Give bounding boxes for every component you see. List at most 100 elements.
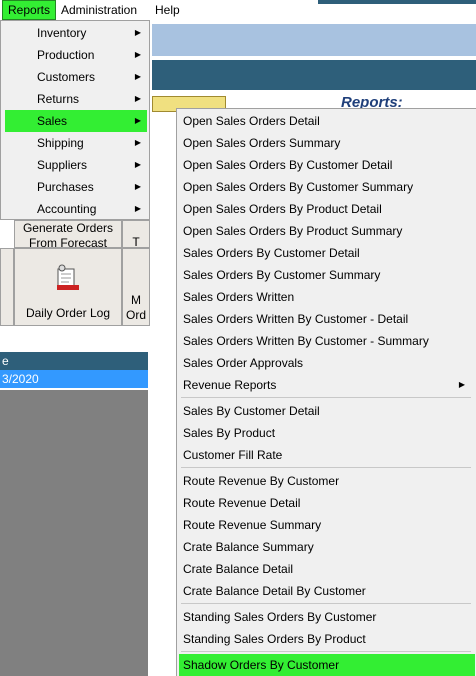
sales-item-route-revenue-detail[interactable]: Route Revenue Detail xyxy=(179,492,475,514)
reports-item-label: Sales xyxy=(37,114,68,128)
sales-item-label: Sales Orders Written By Customer - Summa… xyxy=(183,334,429,348)
sales-item-label: Sales Orders By Customer Summary xyxy=(183,268,381,282)
reports-item-label: Shipping xyxy=(37,136,84,150)
sales-item-route-revenue-summary[interactable]: Route Revenue Summary xyxy=(179,514,475,536)
sales-item-open-sales-orders-detail[interactable]: Open Sales Orders Detail xyxy=(179,110,475,132)
sales-item-sales-orders-written-by-customer-summary[interactable]: Sales Orders Written By Customer - Summa… xyxy=(179,330,475,352)
partial-tile-m-label-2: Ord xyxy=(125,308,146,322)
sales-item-open-sales-orders-by-product-detail[interactable]: Open Sales Orders By Product Detail xyxy=(179,198,475,220)
sales-item-shadow-orders-by-customer[interactable]: Shadow Orders By Customer xyxy=(179,654,475,676)
sales-item-open-sales-orders-by-product-summary[interactable]: Open Sales Orders By Product Summary xyxy=(179,220,475,242)
submenu-arrow-icon: ▶ xyxy=(134,50,141,59)
sales-item-standing-sales-orders-by-customer[interactable]: Standing Sales Orders By Customer xyxy=(179,606,475,628)
reports-dropdown: Inventory ▶ Production ▶ Customers ▶ Returns ▶ S… xyxy=(0,20,150,220)
sales-item-label: Standing Sales Orders By Product xyxy=(183,632,366,646)
sales-item-label: Sales Order Approvals xyxy=(183,356,304,370)
toolbar-band xyxy=(152,60,476,90)
partial-tile-m[interactable]: M Ord xyxy=(122,248,150,326)
submenu-arrow-icon: ▶ xyxy=(134,116,141,125)
sales-item-crate-balance-detail-by-customer[interactable]: Crate Balance Detail By Customer xyxy=(179,580,475,602)
sales-submenu: Open Sales Orders Detail Open Sales Order… xyxy=(176,108,476,676)
reports-item-shipping[interactable]: Shipping ▶ xyxy=(5,132,147,154)
sales-item-sales-by-customer-detail[interactable]: Sales By Customer Detail xyxy=(179,400,475,422)
sales-item-label: Sales By Customer Detail xyxy=(183,404,320,418)
submenu-arrow-icon: ▶ xyxy=(134,28,141,37)
sales-item-label: Revenue Reports xyxy=(183,378,277,392)
reports-item-sales[interactable]: Sales ▶ xyxy=(5,110,147,132)
sales-item-sales-orders-by-customer-summary[interactable]: Sales Orders By Customer Summary xyxy=(179,264,475,286)
reports-item-purchases[interactable]: Purchases ▶ xyxy=(5,176,147,198)
sales-item-label: Customer Fill Rate xyxy=(183,448,283,462)
generate-orders-tile[interactable]: Generate Orders From Forecast xyxy=(14,220,122,250)
grid-row-selected[interactable]: 3/2020 xyxy=(0,370,148,388)
reports-item-label: Purchases xyxy=(37,180,94,194)
reports-item-label: Customers xyxy=(37,70,96,84)
menu-reports[interactable]: Reports xyxy=(2,0,57,20)
sales-item-sales-by-product[interactable]: Sales By Product xyxy=(179,422,475,444)
submenu-arrow-icon: ▶ xyxy=(134,94,141,103)
submenu-arrow-icon: ▶ xyxy=(134,204,141,213)
sales-item-label: Open Sales Orders By Customer Detail xyxy=(183,158,393,172)
generate-orders-label-1: Generate Orders xyxy=(22,221,114,235)
sales-item-label: Sales Orders By Customer Detail xyxy=(183,246,360,260)
sales-item-crate-balance-summary[interactable]: Crate Balance Summary xyxy=(179,536,475,558)
reports-item-label: Accounting xyxy=(37,202,97,216)
sales-item-crate-balance-detail[interactable]: Crate Balance Detail xyxy=(179,558,475,580)
header-band xyxy=(152,24,476,56)
reports-item-label: Returns xyxy=(37,92,80,106)
sales-item-label: Shadow Orders By Customer xyxy=(183,658,340,672)
partial-tile-m-label-1: M xyxy=(131,293,141,307)
daily-order-log-tile[interactable]: Daily Order Log xyxy=(14,248,122,326)
sales-item-label: Open Sales Orders By Customer Summary xyxy=(183,180,414,194)
grid-empty-area xyxy=(0,390,148,676)
sales-item-sales-orders-by-customer-detail[interactable]: Sales Orders By Customer Detail xyxy=(179,242,475,264)
reports-item-suppliers[interactable]: Suppliers ▶ xyxy=(5,154,147,176)
submenu-arrow-icon: ▶ xyxy=(134,160,141,169)
daily-order-log-label: Daily Order Log xyxy=(25,306,111,320)
sales-item-open-sales-orders-by-customer-summary[interactable]: Open Sales Orders By Customer Summary xyxy=(179,176,475,198)
submenu-arrow-icon: ▶ xyxy=(134,182,141,191)
menu-help[interactable]: Help xyxy=(150,1,185,19)
sales-item-customer-fill-rate[interactable]: Customer Fill Rate xyxy=(179,444,475,466)
reports-item-label: Inventory xyxy=(37,26,87,40)
reports-item-customers[interactable]: Customers ▶ xyxy=(5,66,147,88)
sales-item-label: Sales Orders Written xyxy=(183,290,295,304)
submenu-arrow-icon: ▶ xyxy=(458,380,465,389)
partial-tile-t[interactable]: T xyxy=(122,220,150,249)
sales-item-sales-order-approvals[interactable]: Sales Order Approvals xyxy=(179,352,475,374)
reports-item-inventory[interactable]: Inventory ▶ xyxy=(5,22,147,44)
sales-item-open-sales-orders-by-customer-detail[interactable]: Open Sales Orders By Customer Detail xyxy=(179,154,475,176)
sales-item-label: Crate Balance Summary xyxy=(183,540,314,554)
grid-header: e xyxy=(0,352,148,370)
sales-item-label: Crate Balance Detail By Customer xyxy=(183,584,366,598)
menu-separator xyxy=(181,651,471,652)
menu-separator xyxy=(181,397,471,398)
reports-item-production[interactable]: Production ▶ xyxy=(5,44,147,66)
sales-item-label: Open Sales Orders By Product Detail xyxy=(183,202,382,216)
order-log-icon xyxy=(57,264,79,290)
title-strip xyxy=(318,0,476,4)
menu-separator xyxy=(181,603,471,604)
sales-item-label: Route Revenue Summary xyxy=(183,518,322,532)
sales-item-label: Standing Sales Orders By Customer xyxy=(183,610,377,624)
sales-item-sales-orders-written[interactable]: Sales Orders Written xyxy=(179,286,475,308)
sales-item-label: Open Sales Orders Detail xyxy=(183,114,320,128)
sales-item-label: Sales Orders Written By Customer - Detai… xyxy=(183,312,409,326)
sales-item-revenue-reports[interactable]: Revenue Reports ▶ xyxy=(179,374,475,396)
sales-item-label: Open Sales Orders By Product Summary xyxy=(183,224,403,238)
reports-item-accounting[interactable]: Accounting ▶ xyxy=(5,198,147,220)
sales-item-route-revenue-by-customer[interactable]: Route Revenue By Customer xyxy=(179,470,475,492)
partial-tile-left[interactable] xyxy=(0,248,14,326)
reports-item-returns[interactable]: Returns ▶ xyxy=(5,88,147,110)
reports-item-label: Suppliers xyxy=(37,158,88,172)
submenu-arrow-icon: ▶ xyxy=(134,138,141,147)
sales-item-sales-orders-written-by-customer-detail[interactable]: Sales Orders Written By Customer - Detai… xyxy=(179,308,475,330)
menu-separator xyxy=(181,467,471,468)
sales-item-open-sales-orders-summary[interactable]: Open Sales Orders Summary xyxy=(179,132,475,154)
submenu-arrow-icon: ▶ xyxy=(134,72,141,81)
reports-item-label: Production xyxy=(37,48,95,62)
menu-administration[interactable]: Administration xyxy=(56,1,142,19)
sales-item-label: Open Sales Orders Summary xyxy=(183,136,341,150)
sales-item-label: Sales By Product xyxy=(183,426,276,440)
sales-item-standing-sales-orders-by-product[interactable]: Standing Sales Orders By Product xyxy=(179,628,475,650)
